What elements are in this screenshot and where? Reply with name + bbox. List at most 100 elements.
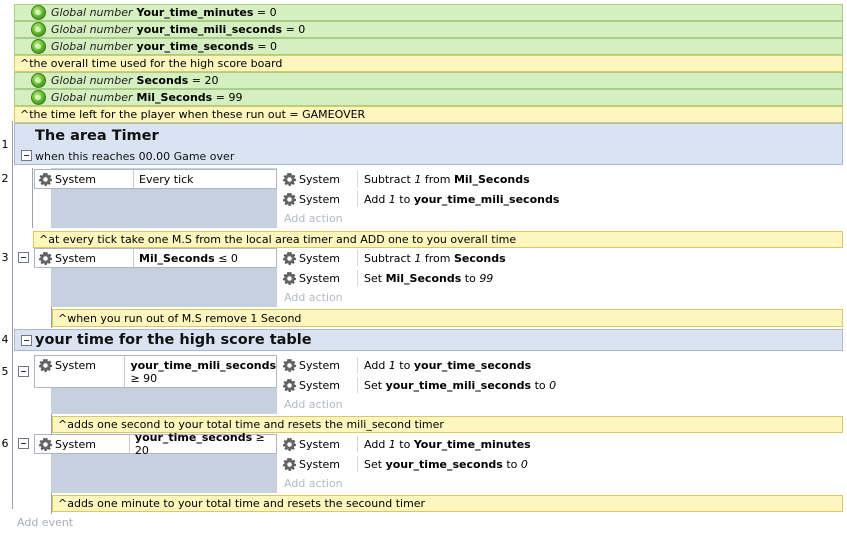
global-name: Seconds (136, 74, 189, 87)
event-condition[interactable]: System your_time_mili_seconds ≥ 90 (34, 355, 277, 388)
event-condition[interactable]: System your_time_seconds ≥ 20 (34, 431, 277, 457)
event-action[interactable]: System Subtract 1 from Mil_Seconds (281, 169, 843, 189)
group-high-score[interactable]: your time for the high score table (14, 329, 843, 351)
action-object: System (299, 172, 341, 186)
action-text: Set your_time_mili_seconds to 0 (364, 378, 557, 392)
event-action[interactable]: System Set Mil_Seconds to 99 (281, 268, 843, 288)
add-action-link[interactable]: Add action (284, 212, 343, 225)
event-condition[interactable]: System Every tick (34, 169, 277, 189)
global-value: = 20 (191, 74, 219, 87)
action-object: System (299, 437, 341, 451)
collapse-toggle[interactable] (18, 252, 29, 263)
comment-text: ^adds one second to your total time and … (58, 418, 444, 431)
action-text: Set Mil_Seconds to 99 (364, 271, 494, 285)
condition-text: Mil_Seconds ≤ 0 (139, 251, 238, 265)
condition-object: System (55, 437, 97, 451)
gear-icon (283, 358, 296, 372)
global-keyword: Global number (51, 23, 133, 36)
globe-icon (31, 5, 46, 20)
comment-text: ^the overall time used for the high scor… (20, 57, 283, 70)
gear-icon (39, 251, 52, 265)
group-area-timer[interactable]: The area Timer when this reaches 00.00 G… (14, 123, 843, 165)
globe-icon (31, 73, 46, 88)
comment-run-out[interactable]: ^when you run out of M.S remove 1 Second (52, 309, 843, 327)
global-value: = 99 (215, 91, 243, 104)
action-object: System (299, 192, 341, 206)
action-object: System (299, 457, 341, 471)
action-text: Add 1 to your_time_seconds (364, 358, 532, 372)
collapse-toggle[interactable] (18, 366, 29, 377)
global-keyword: Global number (51, 6, 133, 19)
collapse-toggle[interactable] (21, 335, 32, 346)
comment-adds-minute[interactable]: ^adds one minute to your total time and … (52, 495, 843, 512)
comment-text: ^the time left for the player when these… (20, 108, 366, 121)
event-action[interactable]: System Set your_time_seconds to 0 (281, 454, 843, 474)
condition-object: System (55, 172, 97, 186)
gear-icon (283, 457, 296, 471)
condition-text: your_time_seconds ≥ 20 (134, 431, 265, 457)
action-text: Set your_time_seconds to 0 (364, 457, 528, 471)
collapse-toggle[interactable] (21, 150, 32, 161)
global-variable-row[interactable]: Global number Your_time_minutes = 0 (14, 4, 843, 21)
add-action-link[interactable]: Add action (284, 477, 343, 490)
line-number: 4 (1, 333, 9, 346)
event-action[interactable]: System Subtract 1 from Seconds (281, 248, 843, 268)
condition-object: System (55, 359, 97, 372)
collapse-toggle[interactable] (18, 438, 29, 449)
global-value: = 0 (285, 23, 306, 36)
add-action-link[interactable]: Add action (284, 291, 343, 304)
global-keyword: Global number (51, 91, 133, 104)
tree-line (12, 121, 13, 509)
gear-icon (283, 437, 296, 451)
event-action[interactable]: System Add 1 to your_time_mili_seconds (281, 189, 843, 209)
add-event-link[interactable]: Add event (17, 516, 73, 529)
comment-overall-time[interactable]: ^the overall time used for the high scor… (14, 55, 843, 72)
event-action[interactable]: System Set your_time_mili_seconds to 0 (281, 375, 843, 395)
global-name: Your_time_minutes (136, 6, 254, 19)
action-object: System (299, 358, 341, 372)
condition-object: System (55, 251, 97, 265)
global-variable-row[interactable]: Global number Mil_Seconds = 99 (14, 89, 843, 106)
line-number: 1 (1, 138, 9, 151)
condition-text: your_time_mili_seconds ≥ 90 (130, 359, 276, 385)
comment-every-tick[interactable]: ^at every tick take one M.S from the loc… (33, 231, 843, 248)
group-title: your time for the high score table (35, 332, 312, 348)
gear-icon (283, 251, 296, 265)
line-number: 2 (1, 172, 9, 185)
gear-icon (283, 192, 296, 206)
globe-icon (31, 39, 46, 54)
comment-time-left[interactable]: ^the time left for the player when these… (14, 106, 843, 123)
add-action-link[interactable]: Add action (284, 398, 343, 411)
comment-text: ^adds one minute to your total time and … (58, 497, 426, 510)
line-number: 3 (1, 251, 9, 264)
event-action[interactable]: System Add 1 to Your_time_minutes (281, 434, 843, 454)
globe-icon (31, 90, 46, 105)
event-condition[interactable]: System Mil_Seconds ≤ 0 (34, 248, 277, 268)
condition-text: Every tick (139, 172, 194, 186)
global-name: Mil_Seconds (136, 91, 213, 104)
global-variable-row[interactable]: Global number Seconds = 20 (14, 72, 843, 89)
action-object: System (299, 271, 341, 285)
action-text: Subtract 1 from Seconds (364, 251, 506, 265)
gear-icon (39, 172, 52, 186)
gear-icon (283, 172, 296, 186)
line-number: 6 (1, 437, 9, 450)
line-number: 5 (1, 365, 9, 378)
global-variable-row[interactable]: Global number your_time_mili_seconds = 0 (14, 21, 843, 38)
action-text: Add 1 to your_time_mili_seconds (364, 192, 560, 206)
global-value: = 0 (257, 40, 278, 53)
global-name: your_time_mili_seconds (136, 23, 283, 36)
global-variable-row[interactable]: Global number your_time_seconds = 0 (14, 38, 843, 55)
event-action[interactable]: System Add 1 to your_time_seconds (281, 355, 843, 375)
action-text: Subtract 1 from Mil_Seconds (364, 172, 530, 186)
gear-icon (283, 378, 296, 392)
gear-icon (39, 359, 52, 372)
global-name: your_time_seconds (136, 40, 254, 53)
group-title: The area Timer (35, 128, 159, 144)
comment-text: ^at every tick take one M.S from the loc… (39, 233, 517, 246)
gear-icon (39, 437, 52, 451)
globe-icon (31, 22, 46, 37)
global-keyword: Global number (51, 74, 133, 87)
action-object: System (299, 251, 341, 265)
comment-text: ^when you run out of M.S remove 1 Second (58, 311, 302, 325)
